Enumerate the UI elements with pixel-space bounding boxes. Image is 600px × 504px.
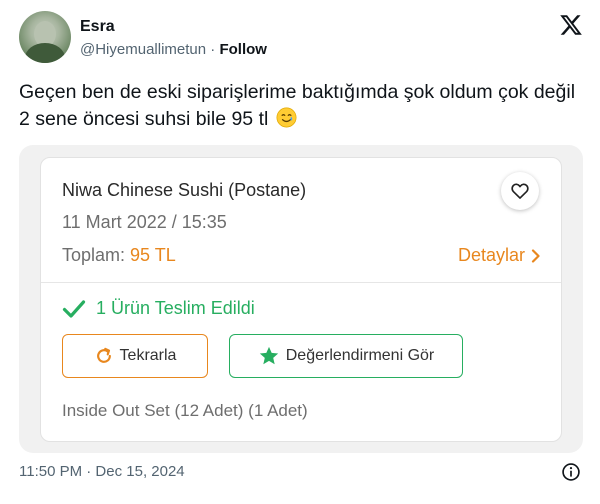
view-review-label: Değerlendirmeni Gör <box>285 347 435 364</box>
details-label: Detaylar <box>457 245 525 265</box>
chevron-right-icon <box>531 248 540 263</box>
tweet-media[interactable]: Niwa Chinese Sushi (Postane) 11 Mart 202… <box>19 145 583 453</box>
handle-row: @Hiyemuallimetun · Follow <box>80 41 267 58</box>
tweet-body: Geçen ben de eski siparişlerime baktığım… <box>19 81 576 130</box>
heart-outline-icon <box>511 183 529 199</box>
repeat-order-button[interactable]: Tekrarla <box>62 334 208 378</box>
total-amount: 95 TL <box>130 245 176 265</box>
x-logo-icon[interactable] <box>559 13 583 37</box>
order-total: Toplam: 95 TL <box>62 245 176 266</box>
restaurant-name: Niwa Chinese Sushi (Postane) <box>62 180 307 200</box>
order-card: Niwa Chinese Sushi (Postane) 11 Mart 202… <box>40 157 562 442</box>
author-name[interactable]: Esra <box>80 18 115 36</box>
avatar-body <box>25 43 65 63</box>
info-icon[interactable] <box>561 462 581 482</box>
view-review-button[interactable]: Değerlendirmeni Gör <box>229 334 463 378</box>
delivery-status-text: 1 Ürün Teslim Edildi <box>96 298 255 318</box>
handle-separator: · <box>206 41 220 58</box>
tweet-timestamp[interactable]: 11:50 PM · Dec 15, 2024 <box>19 463 185 480</box>
tweet-text: Geçen ben de eski siparişlerime baktığım… <box>19 79 585 133</box>
delivery-status: 1 Ürün Teslim Edildi <box>62 298 255 319</box>
star-icon <box>259 346 278 365</box>
follow-button[interactable]: Follow <box>219 41 267 58</box>
repeat-order-label: Tekrarla <box>119 347 177 364</box>
checkmark-icon <box>62 299 86 318</box>
order-items: Inside Out Set (12 Adet) (1 Adet) <box>62 401 308 420</box>
avatar[interactable] <box>19 11 71 63</box>
tweet-header: Esra @Hiyemuallimetun · Follow <box>19 11 585 63</box>
refresh-icon <box>96 347 111 363</box>
author-handle[interactable]: @Hiyemuallimetun <box>80 41 206 58</box>
card-divider <box>41 282 561 283</box>
order-date: 11 Mart 2022 / 15:35 <box>62 212 227 232</box>
favorite-button[interactable] <box>501 172 539 210</box>
total-label: Toplam: <box>62 245 126 265</box>
details-link[interactable]: Detaylar <box>458 245 541 266</box>
smiling-face-with-tear-icon <box>276 107 297 128</box>
